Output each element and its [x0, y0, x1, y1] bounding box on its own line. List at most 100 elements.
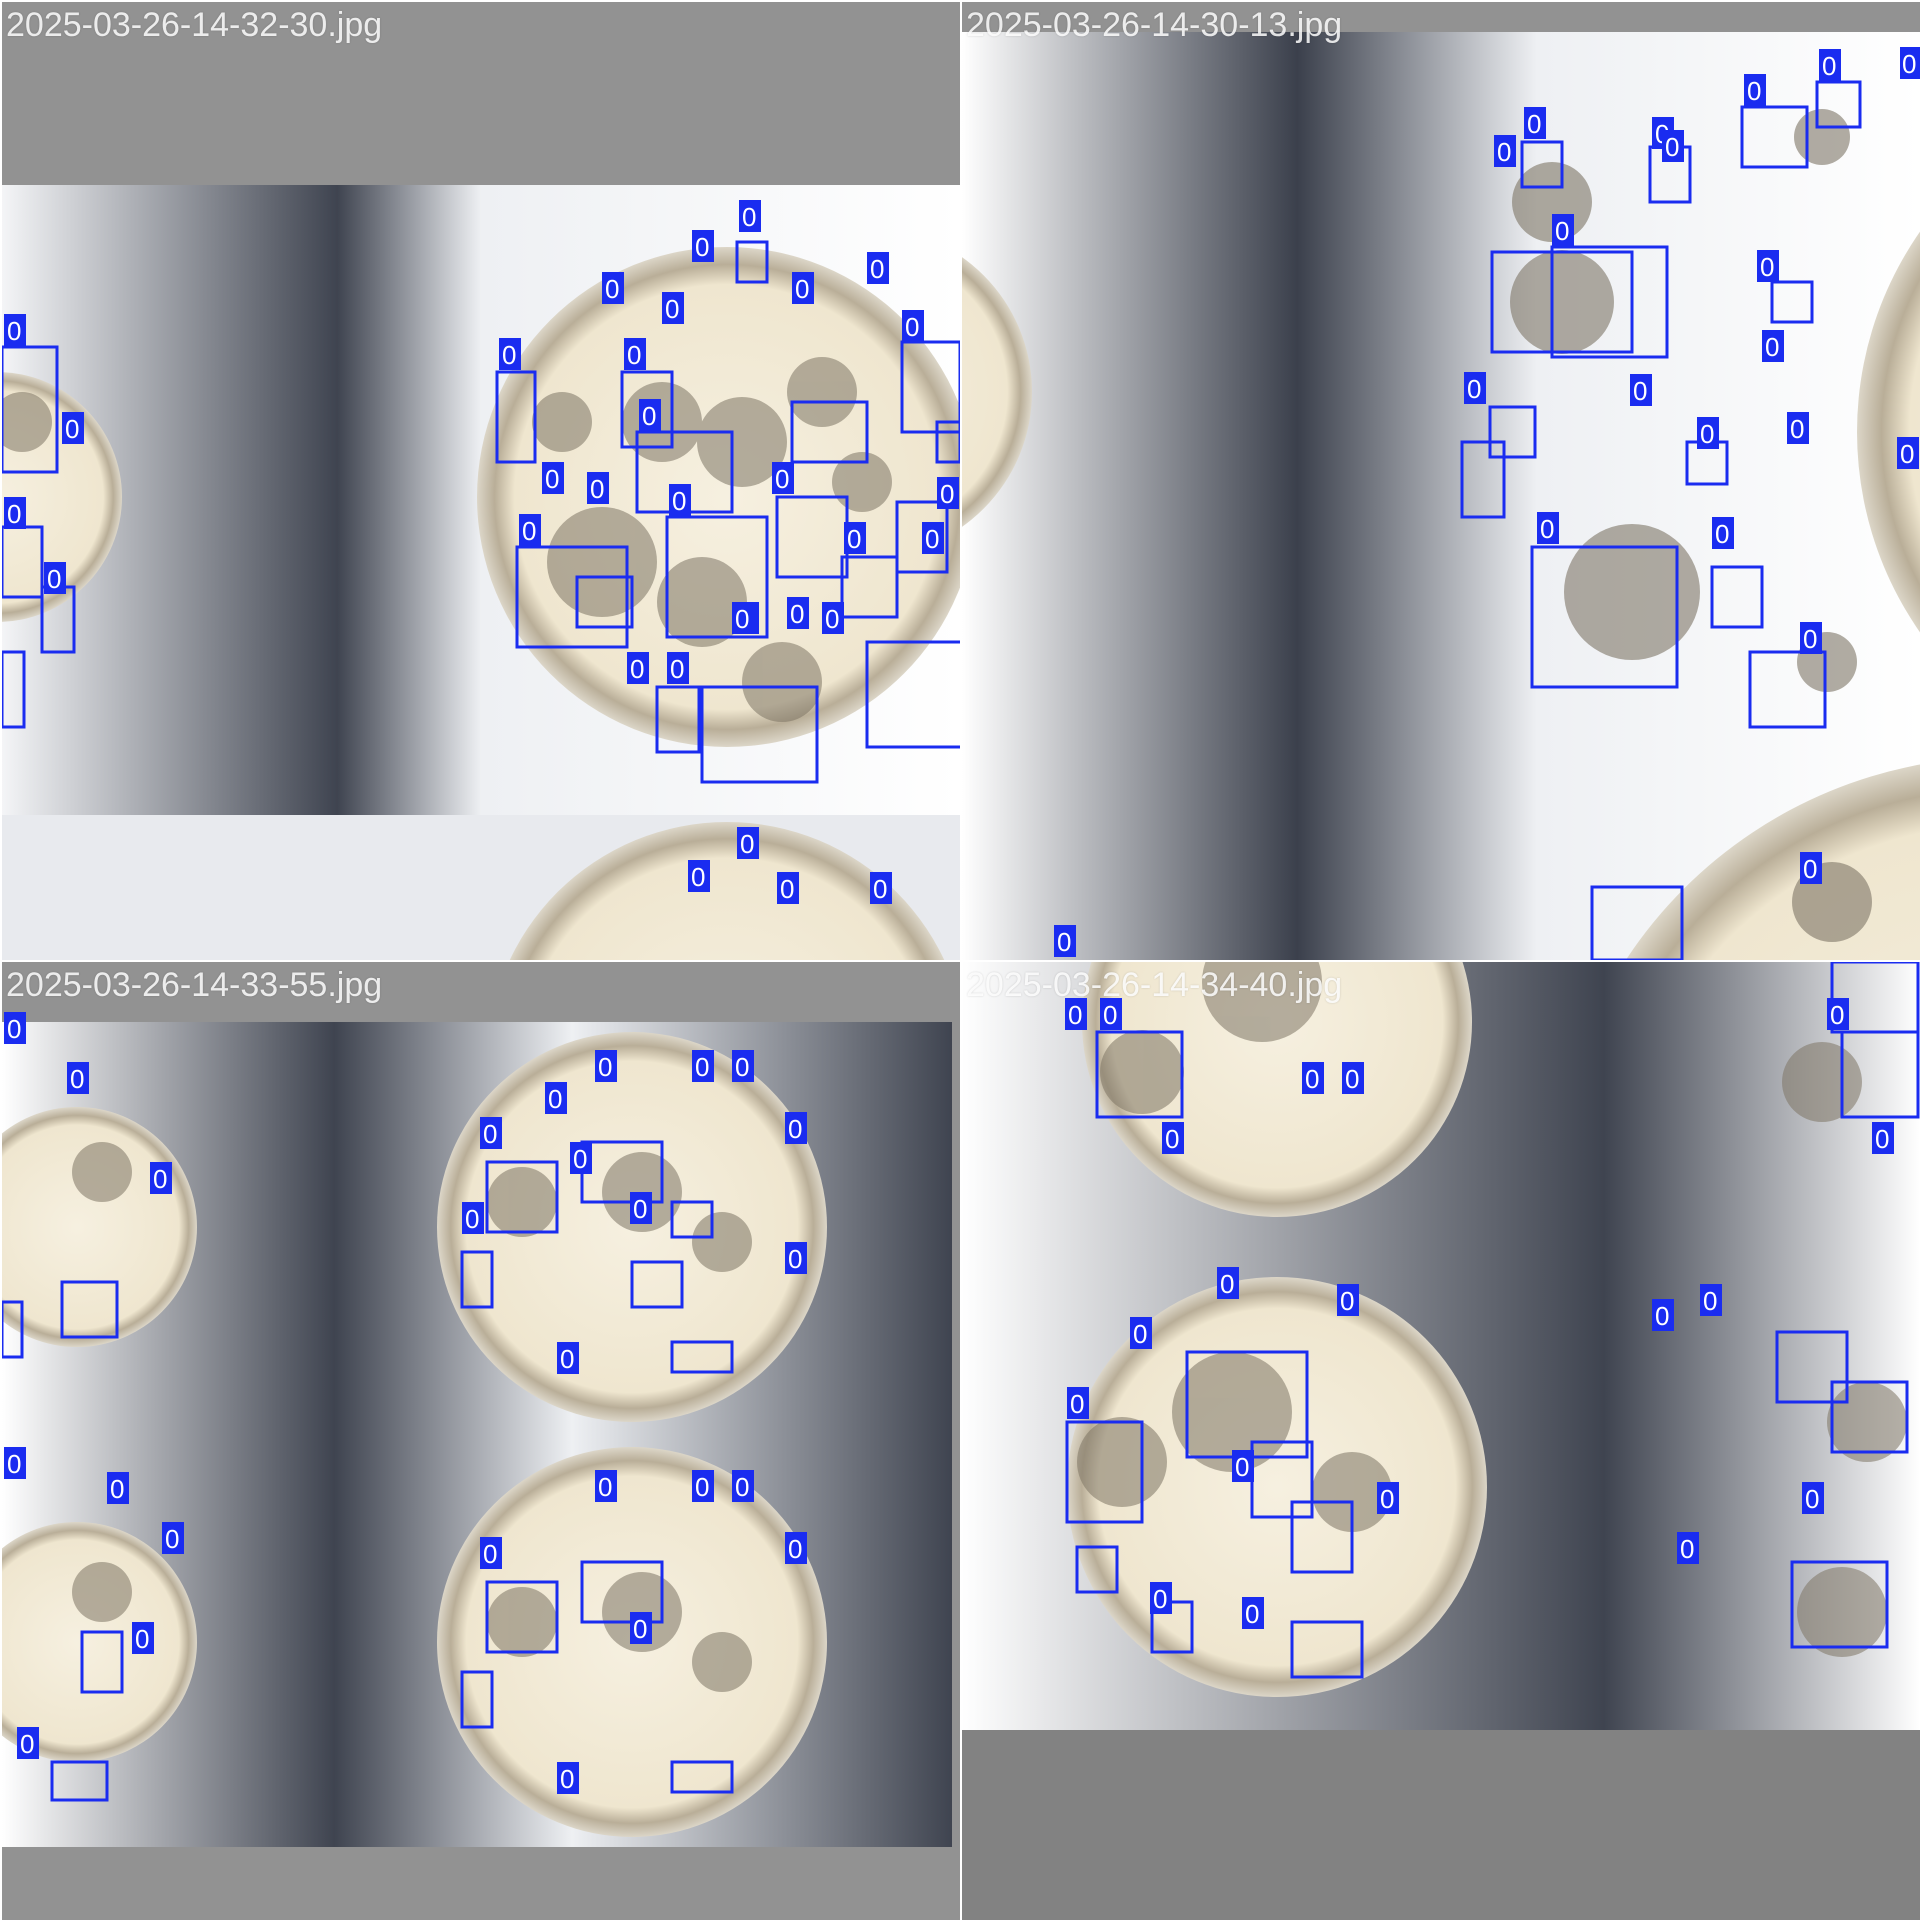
- detection-label-tag: 0: [519, 514, 541, 546]
- detection-label-tag: 0: [4, 314, 26, 346]
- svg-text:0: 0: [1380, 1484, 1394, 1514]
- svg-text:0: 0: [735, 1472, 749, 1502]
- svg-text:0: 0: [642, 401, 656, 431]
- detection-label-tag: 0: [922, 522, 944, 554]
- augmented-mosaic-grid: 0 0 0 0 0 0 0 0 0 0 0 0 0 0 0 0 0 0 0 0: [0, 0, 1920, 1920]
- svg-text:0: 0: [633, 1614, 647, 1644]
- detection-label-tag: 0: [692, 1470, 714, 1502]
- detection-label-tag: 0: [1377, 1482, 1399, 1514]
- svg-text:0: 0: [502, 340, 516, 370]
- svg-text:0: 0: [1747, 76, 1761, 106]
- detection-label-tag: 0: [4, 1012, 26, 1044]
- svg-text:0: 0: [135, 1624, 149, 1654]
- detection-label-tag: 0: [557, 1342, 579, 1374]
- svg-text:0: 0: [465, 1204, 479, 1234]
- detection-label-tag: 0: [1819, 49, 1841, 81]
- detection-label-tag: 0: [1337, 1284, 1359, 1316]
- svg-text:0: 0: [1153, 1584, 1167, 1614]
- tile-2-image: 0 0 0 0 0 0 0 0 0 0 0 0 0 0 0 0 0 0 0 0: [962, 32, 1920, 960]
- svg-text:0: 0: [1703, 1286, 1717, 1316]
- svg-text:0: 0: [1715, 519, 1729, 549]
- svg-text:0: 0: [598, 1472, 612, 1502]
- detection-label-tag: 0: [1552, 214, 1574, 246]
- detection-label-tag: 0: [1802, 1482, 1824, 1514]
- mosaic-tile-2: 0 0 0 0 0 0 0 0 0 0 0 0 0 0 0 0 0 0 0 0: [962, 2, 1920, 960]
- svg-text:0: 0: [735, 604, 749, 634]
- detection-label-tag: 0: [67, 1062, 89, 1094]
- detection-label-tag: 0: [1662, 130, 1684, 162]
- svg-text:0: 0: [110, 1474, 124, 1504]
- detection-label-tag: 0: [1524, 107, 1546, 139]
- detection-label-tag: 0: [902, 310, 924, 342]
- svg-text:0: 0: [1680, 1534, 1694, 1564]
- detection-label-tag: 0: [1757, 250, 1779, 282]
- svg-text:0: 0: [1555, 216, 1569, 246]
- svg-text:0: 0: [788, 1114, 802, 1144]
- tile-filename-caption: 2025-03-26-14-34-40.jpg: [966, 966, 1343, 1004]
- svg-text:0: 0: [1655, 1301, 1669, 1331]
- detection-label-tag: 0: [737, 827, 759, 859]
- detection-label-tag: 0: [669, 484, 691, 516]
- svg-text:0: 0: [165, 1524, 179, 1554]
- detection-label-tag: 0: [1787, 412, 1809, 444]
- detection-label-tag: 0: [542, 462, 564, 494]
- svg-text:0: 0: [47, 564, 61, 594]
- svg-text:0: 0: [1805, 1484, 1819, 1514]
- detection-label-tag: 0: [545, 1082, 567, 1114]
- detection-label-tag: 0: [17, 1727, 39, 1759]
- svg-text:0: 0: [695, 1472, 709, 1502]
- svg-text:0: 0: [1467, 374, 1481, 404]
- detection-label-tag: 0: [1827, 998, 1849, 1030]
- tile-4-image: 0 0 0 0 0 0 0 0 0 0 0 0 0 0 0 0 0 0 0: [962, 962, 1920, 1920]
- tile-filename-caption: 2025-03-26-14-30-13.jpg: [966, 6, 1343, 44]
- detection-label-tag: 0: [1800, 852, 1822, 884]
- detection-label-tag: 0: [107, 1472, 129, 1504]
- svg-text:0: 0: [847, 524, 861, 554]
- detection-label-tag: 0: [587, 472, 609, 504]
- svg-text:0: 0: [905, 312, 919, 342]
- tile-3-image: 0 0 0 0 0 0 0 0 0 0 0 0 0 0 0 0 0 0 0 0: [2, 1012, 952, 1847]
- detection-label-tag: 0: [1697, 417, 1719, 449]
- svg-text:0: 0: [691, 862, 705, 892]
- svg-text:0: 0: [1305, 1064, 1319, 1094]
- detection-label-tag: 0: [1217, 1267, 1239, 1299]
- mosaic-tile-1: 0 0 0 0 0 0 0 0 0 0 0 0 0 0 0 0 0 0 0 0: [2, 2, 960, 960]
- svg-text:0: 0: [1245, 1599, 1259, 1629]
- detection-label-tag: 0: [792, 272, 814, 304]
- detection-label-tag: 0: [822, 602, 844, 634]
- detection-label-tag: 0: [1302, 1062, 1324, 1094]
- detection-label-tag: 0: [1150, 1582, 1172, 1614]
- svg-text:0: 0: [825, 604, 839, 634]
- detection-label-tag: 0: [132, 1622, 154, 1654]
- svg-text:0: 0: [7, 1449, 21, 1479]
- svg-text:0: 0: [1527, 109, 1541, 139]
- detection-label-tag: 0: [785, 1112, 807, 1144]
- detection-label-tag: 0: [692, 1050, 714, 1082]
- svg-text:0: 0: [672, 486, 686, 516]
- detection-label-tag: 0: [1652, 1299, 1674, 1331]
- detection-label-tag: 0: [4, 497, 26, 529]
- svg-text:0: 0: [1540, 514, 1554, 544]
- svg-text:0: 0: [1057, 927, 1071, 957]
- svg-text:0: 0: [742, 202, 756, 232]
- detection-label-tag: 0: [662, 292, 684, 324]
- detection-label-tag: 0: [499, 338, 521, 370]
- detection-label-tag: 0: [557, 1762, 579, 1794]
- svg-text:0: 0: [1803, 854, 1817, 884]
- detection-label-tag: 0: [1342, 1062, 1364, 1094]
- svg-text:0: 0: [1497, 137, 1511, 167]
- svg-text:0: 0: [605, 274, 619, 304]
- detection-label-tag: 0: [1630, 374, 1652, 406]
- detection-label-tag: 0: [570, 1142, 592, 1174]
- svg-text:0: 0: [1220, 1269, 1234, 1299]
- detection-label-tag: 0: [732, 1470, 754, 1502]
- svg-text:0: 0: [740, 829, 754, 859]
- svg-text:0: 0: [1822, 51, 1836, 81]
- detection-label-tag: 0: [639, 399, 661, 431]
- svg-text:0: 0: [560, 1764, 574, 1794]
- detection-label-tag: 0: [785, 1532, 807, 1564]
- detection-label-tag: 0: [1162, 1122, 1184, 1154]
- svg-text:0: 0: [790, 599, 804, 629]
- svg-text:0: 0: [560, 1344, 574, 1374]
- svg-text:0: 0: [873, 874, 887, 904]
